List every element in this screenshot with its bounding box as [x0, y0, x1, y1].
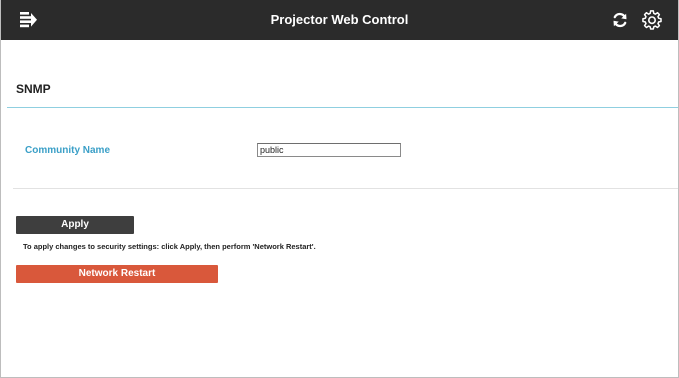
section-title: SNMP — [16, 82, 51, 96]
app-frame: Projector Web Control SNMP Community Nam… — [0, 0, 679, 378]
refresh-icon[interactable] — [611, 11, 629, 29]
community-name-label: Community Name — [25, 145, 111, 156]
app-title: Projector Web Control — [270, 12, 409, 27]
top-bar: Projector Web Control — [1, 0, 678, 40]
community-name-input[interactable] — [257, 143, 401, 157]
apply-button[interactable]: Apply — [16, 216, 134, 234]
gear-icon[interactable] — [642, 10, 662, 30]
section-divider — [7, 107, 678, 108]
menu-icon[interactable] — [18, 10, 38, 30]
help-text: To apply changes to security settings: c… — [23, 242, 316, 251]
form-divider — [13, 188, 678, 189]
network-restart-button[interactable]: Network Restart — [16, 265, 218, 283]
